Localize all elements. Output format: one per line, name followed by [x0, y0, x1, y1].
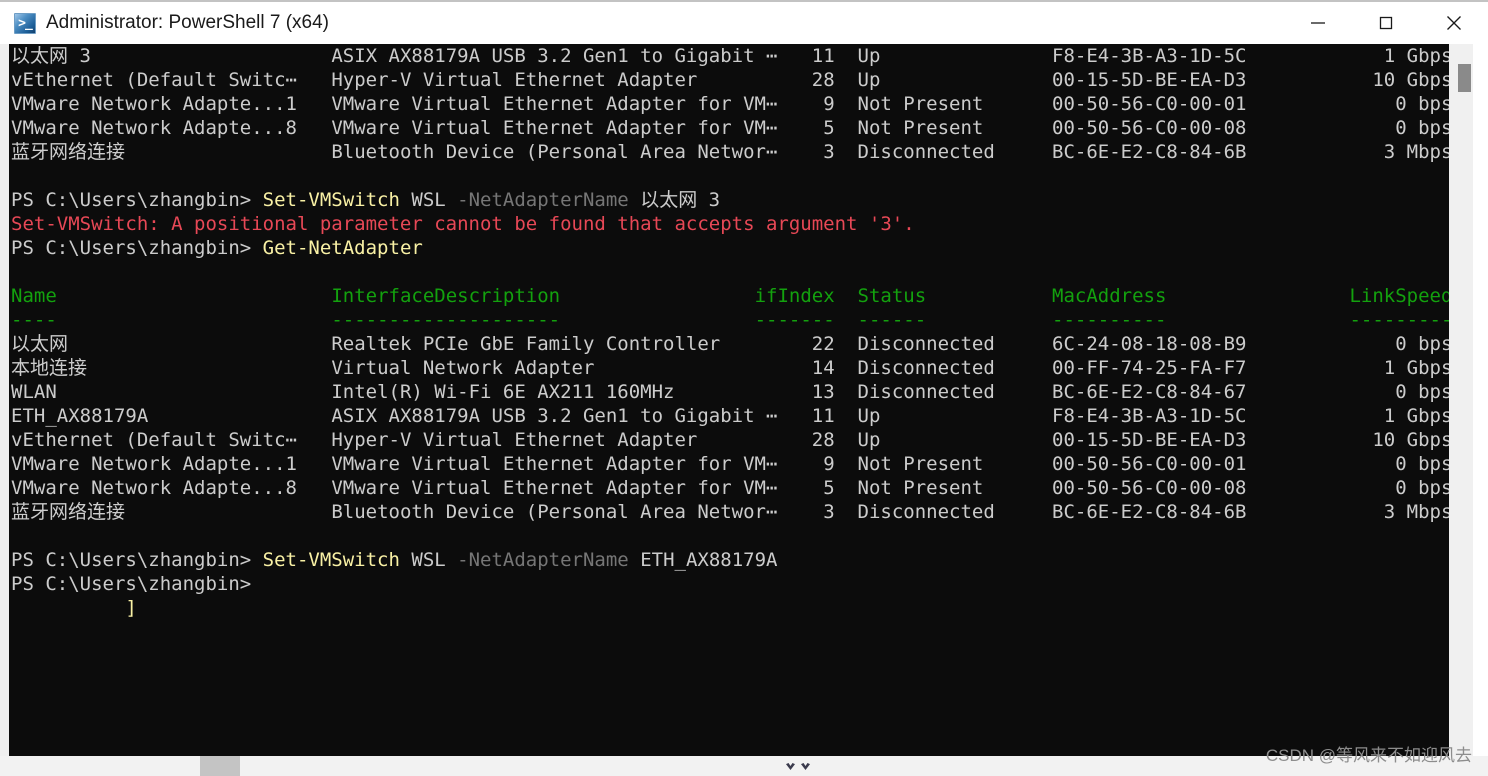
- table-header-row: Name InterfaceDescription ifIndex Status Mac…: [9, 284, 1449, 308]
- command-parameter: -NetAdapterName: [457, 549, 629, 571]
- command-argument: WSL: [411, 549, 446, 571]
- horizontal-scrollbar-thumb[interactable]: [200, 756, 240, 776]
- scrollback-table-row: 以太网 3 ASIX AX88179A USB 3.2 Gen1 to Gigab…: [9, 44, 1449, 68]
- adapter-linkspeed: 0 bps: [1395, 477, 1449, 499]
- adapter-linkspeed: 0 bps: [1395, 117, 1449, 139]
- minimize-button[interactable]: [1284, 1, 1352, 45]
- column-underline-linkspeed: ---------: [1349, 309, 1449, 331]
- title-bar-left: >_ Administrator: PowerShell 7 (x64): [0, 12, 1284, 34]
- prompt-prefix: PS C:\Users\zhangbin>: [11, 237, 252, 259]
- adapter-linkspeed: 1 Gbps: [1383, 405, 1449, 427]
- resize-grip-icon: [786, 761, 816, 773]
- maximize-button[interactable]: [1352, 1, 1420, 45]
- powershell-window: >_ Administrator: PowerShell 7 (x64) 以太网…: [0, 0, 1488, 776]
- adapter-table-row: 蓝牙网络连接 Bluetooth Device (Personal Area Ne…: [9, 500, 1449, 524]
- prompt-prefix: PS C:\Users\zhangbin>: [11, 573, 252, 595]
- adapter-table-row: 本地连接 Virtual Network Adapter 14 Disconnecte…: [9, 356, 1449, 380]
- close-button[interactable]: [1420, 1, 1488, 45]
- command-line-set-vmswitch-failed: PS C:\Users\zhangbin> Set-VMSwitch WSL -Net…: [9, 188, 1449, 212]
- column-header-linkspeed: LinkSpeed: [1349, 285, 1449, 307]
- adapter-table-row: vEthernet (Default Switc⋯ Hyper-V Virtual…: [9, 428, 1449, 452]
- window-right-edge: [1473, 44, 1488, 756]
- adapter-linkspeed: 10 Gbps: [1372, 429, 1449, 451]
- trailing-artifact: ]: [125, 597, 137, 619]
- adapter-linkspeed: 3 Mbps: [1383, 501, 1449, 523]
- adapter-table-row: ETH_AX88179A ASIX AX88179A USB 3.2 Gen1 t…: [9, 404, 1449, 428]
- table-underline-row: ---- -------------------- ------- ------ ---…: [9, 308, 1449, 332]
- scrollback-table-row: vEthernet (Default Switc⋯ Hyper-V Virtual…: [9, 68, 1449, 92]
- adapter-linkspeed: 0 bps: [1395, 453, 1449, 475]
- vertical-scrollbar[interactable]: [1456, 44, 1473, 756]
- adapter-linkspeed: 1 Gbps: [1383, 45, 1449, 67]
- command-value: 以太网 3: [640, 189, 721, 211]
- prompt-prefix: PS C:\Users\zhangbin>: [11, 189, 252, 211]
- command-cmdlet: Set-VMSwitch: [262, 189, 400, 211]
- adapter-linkspeed: 0 bps: [1395, 333, 1449, 355]
- adapter-table-row: 以太网 Realtek PCIe GbE Family Controller 22 D…: [9, 332, 1449, 356]
- trailing-artifact-line: ]: [9, 596, 1449, 620]
- adapter-linkspeed: 0 bps: [1395, 381, 1449, 403]
- adapter-linkspeed: 10 Gbps: [1372, 69, 1449, 91]
- left-gutter: [0, 44, 9, 756]
- scrollback-table-row: 蓝牙网络连接 Bluetooth Device (Personal Area Ne…: [9, 140, 1449, 164]
- command-cmdlet: Get-NetAdapter: [262, 237, 423, 259]
- title-bar: >_ Administrator: PowerShell 7 (x64): [0, 0, 1488, 44]
- adapter-linkspeed: 1 Gbps: [1383, 357, 1449, 379]
- adapter-linkspeed: 3 Mbps: [1383, 141, 1449, 163]
- adapter-table-row: VMware Network Adapte...1 VMware Virtual …: [9, 452, 1449, 476]
- window-controls: [1284, 1, 1488, 45]
- command-line-set-vmswitch-success: PS C:\Users\zhangbin> Set-VMSwitch WSL -Net…: [9, 548, 1449, 572]
- current-prompt-line: PS C:\Users\zhangbin>: [9, 572, 1449, 596]
- error-line: Set-VMSwitch: A positional parameter can…: [9, 212, 1449, 236]
- horizontal-scrollbar[interactable]: [0, 756, 1488, 776]
- command-value: ETH_AX88179A: [640, 549, 778, 571]
- prompt-prefix: PS C:\Users\zhangbin>: [11, 549, 252, 571]
- vertical-scrollbar-thumb[interactable]: [1458, 64, 1471, 92]
- error-message: Set-VMSwitch: A positional parameter can…: [11, 213, 915, 235]
- powershell-icon: >_: [14, 12, 36, 34]
- command-parameter: -NetAdapterName: [457, 189, 629, 211]
- powershell-icon-glyph: >_: [18, 15, 33, 31]
- terminal-surface[interactable]: 以太网 3 ASIX AX88179A USB 3.2 Gen1 to Gigab…: [9, 44, 1449, 756]
- command-argument: WSL: [411, 189, 446, 211]
- adapter-table-row: VMware Network Adapte...8 VMware Virtual …: [9, 476, 1449, 500]
- terminal-screen: 以太网 3 ASIX AX88179A USB 3.2 Gen1 to Gigab…: [9, 44, 1449, 620]
- window-title: Administrator: PowerShell 7 (x64): [46, 12, 329, 33]
- scrollback-table-row: VMware Network Adapte...8 VMware Virtual …: [9, 116, 1449, 140]
- scrollback-table-row: VMware Network Adapte...1 VMware Virtual …: [9, 92, 1449, 116]
- adapter-linkspeed: 0 bps: [1395, 93, 1449, 115]
- adapter-table-row: WLAN Intel(R) Wi-Fi 6E AX211 160MHz 13 Disc…: [9, 380, 1449, 404]
- command-line-get-netadapter: PS C:\Users\zhangbin> Get-NetAdapter: [9, 236, 1449, 260]
- command-cmdlet: Set-VMSwitch: [262, 549, 400, 571]
- console-frame: 以太网 3 ASIX AX88179A USB 3.2 Gen1 to Gigab…: [0, 44, 1488, 776]
